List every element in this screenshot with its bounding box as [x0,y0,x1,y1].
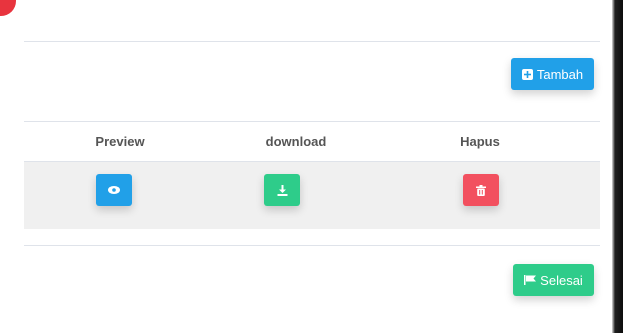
download-button[interactable] [264,174,300,206]
column-header-preview: Preview [95,134,145,149]
column-header-delete: Hapus [460,134,500,149]
add-button-label: Tambah [536,66,584,82]
divider-bottom [24,245,600,246]
window-shadow-edge [612,0,623,333]
content-panel: Tambah Preview download Hapus Selesai [0,0,612,333]
eye-icon [108,186,120,194]
divider-top [24,41,600,42]
trash-icon [476,184,486,196]
delete-button[interactable] [463,174,499,206]
column-header-download: download [265,134,327,149]
download-icon [277,184,288,196]
plus-square-icon [521,68,533,80]
finish-button-label: Selesai [540,272,583,288]
finish-button[interactable]: Selesai [513,264,594,296]
preview-button[interactable] [96,174,132,206]
flag-icon [524,275,537,285]
table-header-top-border [24,121,600,122]
add-button[interactable]: Tambah [511,58,594,90]
